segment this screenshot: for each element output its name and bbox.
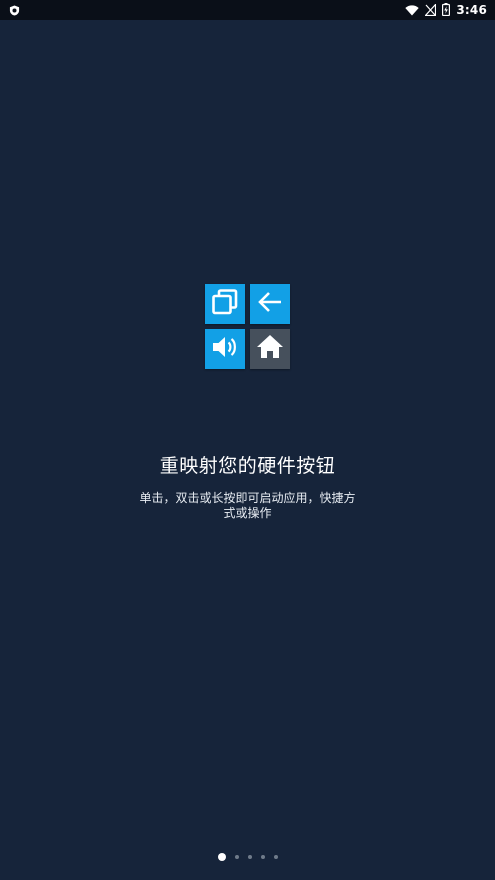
signal-off-icon [424, 1, 437, 20]
shield-icon [9, 1, 20, 20]
recents-tile [205, 284, 245, 324]
status-bar: 3:46 [0, 0, 495, 20]
back-arrow-icon [256, 288, 284, 320]
back-tile [250, 284, 290, 324]
onboarding-title: 重映射您的硬件按钮 [159, 455, 336, 477]
battery-charging-icon [442, 1, 451, 20]
onboarding-description: 单击，双击或长按即可启动应用，快捷方式或操作 [139, 491, 356, 520]
status-time: 3:46 [456, 3, 487, 17]
recents-icon [210, 287, 240, 321]
page-dot-4[interactable] [260, 855, 265, 859]
page-dot-5[interactable] [273, 855, 278, 859]
volume-icon [210, 332, 240, 366]
feature-icon-grid [205, 284, 291, 370]
home-tile [250, 329, 290, 369]
page-dot-3[interactable] [247, 855, 252, 859]
wifi-icon [405, 1, 420, 20]
volume-tile [205, 329, 245, 369]
page-indicator[interactable] [0, 852, 495, 862]
home-icon [255, 332, 285, 366]
page-dot-1[interactable] [217, 853, 226, 861]
page-dot-2[interactable] [234, 855, 239, 859]
